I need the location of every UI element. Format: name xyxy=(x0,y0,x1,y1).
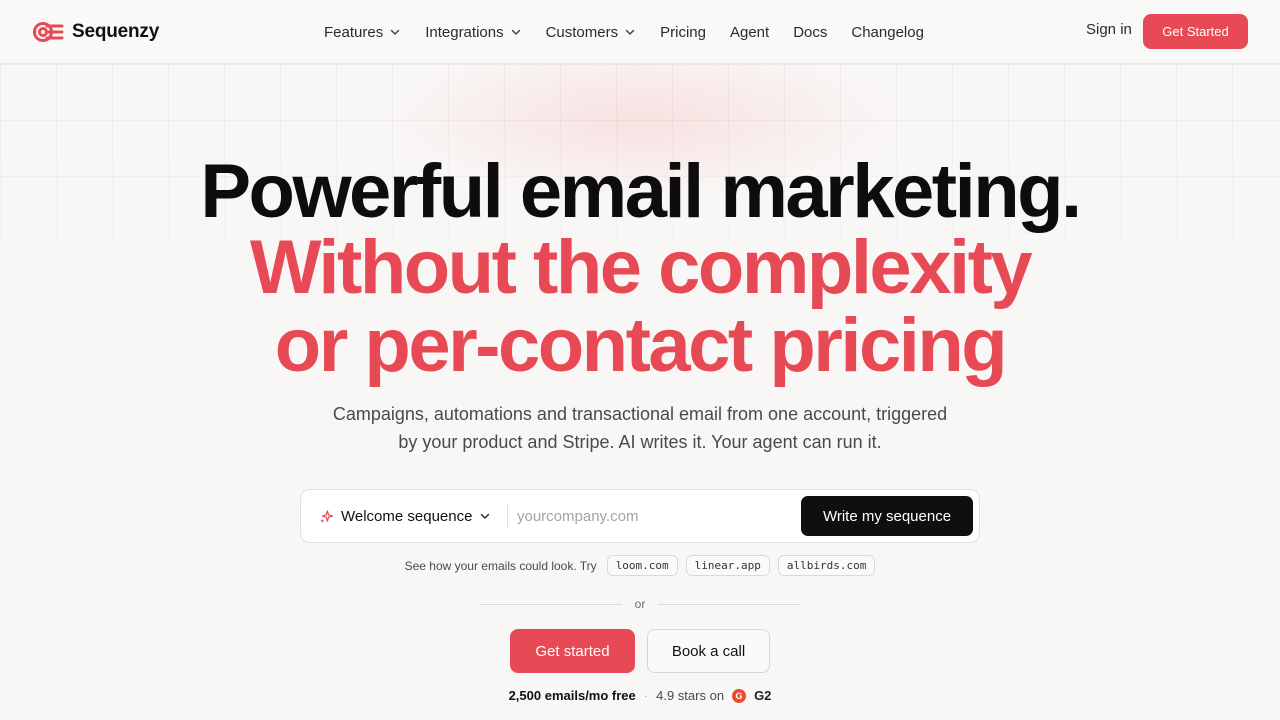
nav-pricing[interactable]: Pricing xyxy=(660,24,706,41)
or-divider-right xyxy=(658,604,800,605)
sparkle-icon xyxy=(320,509,334,523)
nav-docs[interactable]: Docs xyxy=(793,24,827,41)
or-divider-label: or xyxy=(634,597,646,611)
or-divider-left xyxy=(480,604,622,605)
rating-text: 4.9 stars on xyxy=(656,688,725,703)
chevron-down-icon xyxy=(511,29,520,35)
chevron-down-icon xyxy=(390,29,400,35)
hero-headline-line-2: Without the complexity xyxy=(249,225,1033,310)
social-proof: 2,500 emails/mo free · 4.9 stars on G G2 xyxy=(0,688,1280,703)
form-divider xyxy=(507,505,508,527)
nav-agent[interactable]: Agent xyxy=(730,24,769,41)
book-a-call-button[interactable]: Book a call xyxy=(647,629,770,673)
nav-customers-label: Customers xyxy=(545,23,619,41)
example-domain-chip[interactable]: allbirds.com xyxy=(777,555,876,576)
sequence-generator-form: Welcome sequence Write my sequence xyxy=(300,489,980,543)
example-domain-chip[interactable]: loom.com xyxy=(606,555,678,576)
company-domain-input[interactable] xyxy=(517,502,787,530)
chevron-down-icon xyxy=(481,513,490,519)
example-domains: See how your emails could look. Try loom… xyxy=(0,555,1280,576)
hero-subheadline-line-1: Campaigns, automations and transactional… xyxy=(332,404,948,424)
brand-name: Sequenzy xyxy=(72,21,160,42)
get-started-button[interactable]: Get started xyxy=(510,629,635,673)
meta-separator: · xyxy=(643,688,649,703)
hero-subheadline: Campaigns, automations and transactional… xyxy=(300,400,980,456)
nav-customers[interactable]: Customers xyxy=(546,24,637,41)
nav-features[interactable]: Features xyxy=(324,24,401,41)
sequence-type-select[interactable]: Welcome sequence xyxy=(319,490,491,542)
hero-subheadline-line-2: by your product and Stripe. AI writes it… xyxy=(398,432,882,452)
hero-headline-line-1: Powerful email marketing. xyxy=(200,149,1082,234)
g2-label: G2 xyxy=(754,688,772,703)
nav-changelog[interactable]: Changelog xyxy=(851,24,924,41)
logo[interactable]: Sequenzy xyxy=(32,18,159,46)
nav-integrations-label: Integrations xyxy=(425,23,504,41)
hero-headline-line-3: or per-contact pricing xyxy=(274,303,1008,388)
sequence-type-value: Welcome sequence xyxy=(341,507,473,525)
get-started-header-button[interactable]: Get Started xyxy=(1143,14,1248,49)
sequenzy-logo-icon xyxy=(33,22,64,42)
chevron-down-icon xyxy=(625,29,635,35)
g2-logo-icon: G xyxy=(732,688,747,703)
example-domain-chip[interactable]: linear.app xyxy=(685,555,770,576)
site-header: Sequenzy Features Integrations Customers… xyxy=(0,0,1280,64)
sign-in-link[interactable]: Sign in xyxy=(1086,21,1132,38)
write-my-sequence-button[interactable]: Write my sequence xyxy=(801,496,973,536)
nav-features-label: Features xyxy=(324,23,384,41)
nav-integrations[interactable]: Integrations xyxy=(425,24,521,41)
free-tier-text: 2,500 emails/mo free xyxy=(508,688,636,703)
example-domains-label: See how your emails could look. Try xyxy=(404,558,597,573)
main-nav: Features Integrations Customers Pricing … xyxy=(324,0,948,64)
